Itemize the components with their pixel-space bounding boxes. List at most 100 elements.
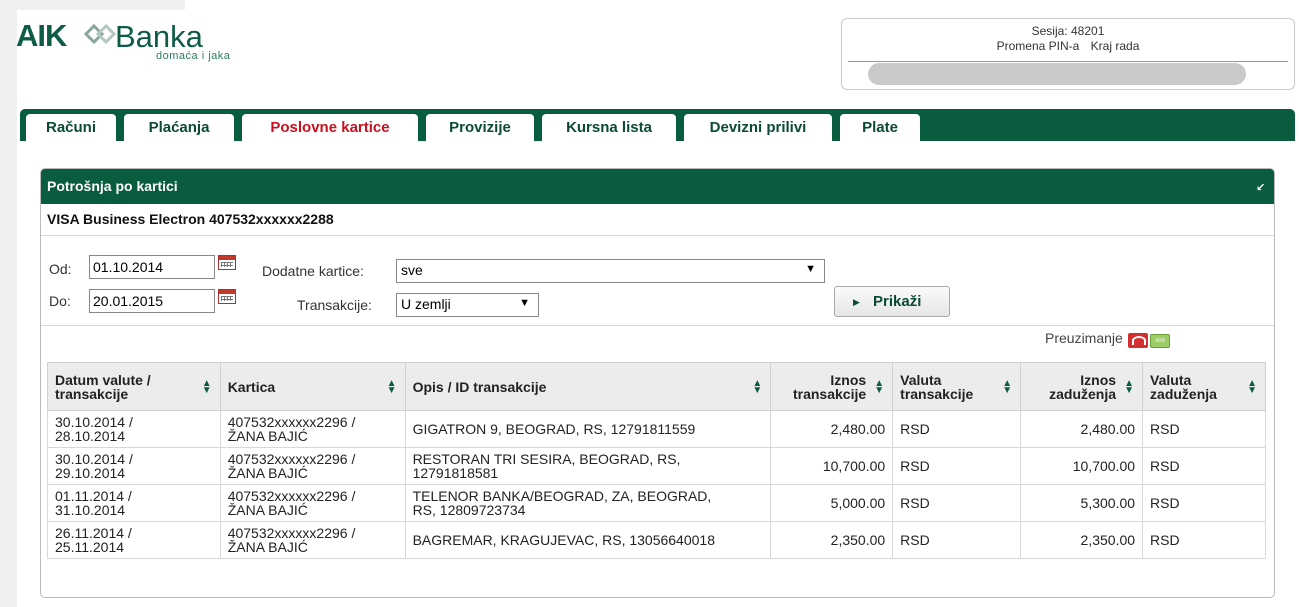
sort-icon: ▲ ▼: [874, 377, 885, 396]
cell-card: 407532xxxxxx2296 /ŽANA BAJIĆ: [219, 521, 406, 559]
cell-line: GIGATRON 9, BEOGRAD, RS, 12791811559: [412, 421, 696, 437]
header-line: Iznos: [1080, 371, 1117, 388]
cell-line: 407532xxxxxx2296 /: [227, 525, 356, 541]
cell-line: 28.10.2014: [55, 428, 126, 444]
cell-line: 26.11.2014 /: [55, 525, 132, 541]
column-header-card[interactable]: Kartica ▲ ▼: [219, 362, 406, 411]
table-row[interactable]: 30.10.2014 /29.10.2014 407532xxxxxx2296 …: [47, 447, 1266, 485]
cell-description: BAGREMAR, KRAGUJEVAC, RS, 13056640018: [404, 521, 772, 559]
tab-poslovne-kartice[interactable]: Poslovne kartice: [242, 114, 418, 141]
collapse-icon[interactable]: ↙: [1256, 183, 1266, 194]
cell-line: ŽANA BAJIĆ: [227, 428, 308, 444]
chevron-down-icon: ▼: [519, 297, 530, 309]
sort-icon: ▲ ▼: [201, 377, 212, 396]
cell-line: BAGREMAR, KRAGUJEVAC, RS, 13056640018: [412, 532, 715, 548]
header-line: Datum valute /: [55, 371, 151, 388]
xml-icon[interactable]: xml: [1150, 334, 1170, 348]
header-line: Valuta: [1150, 371, 1192, 388]
tab-label: Poslovne kartice: [270, 119, 390, 136]
column-header-date[interactable]: Datum valute / transakcije ▲ ▼: [47, 362, 221, 411]
from-date-input[interactable]: [89, 255, 215, 279]
left-gutter: [0, 0, 17, 607]
session-info: Sesija: 48201: [842, 24, 1294, 38]
cell-line: TELENOR BANKA/BEOGRAD, ZA, BEOGRAD,: [412, 488, 712, 504]
cell-charged-amount: 2,480.00: [1020, 410, 1144, 448]
to-date-input[interactable]: [89, 289, 215, 313]
cell-line: 31.10.2014: [55, 502, 126, 518]
tab-placanja[interactable]: Plaćanja: [124, 114, 234, 141]
cell-date: 26.11.2014 /25.11.2014: [47, 521, 221, 559]
cell-charged-amount: 2,350.00: [1020, 521, 1144, 559]
column-header-amount[interactable]: Iznos transakcije ▲ ▼: [770, 362, 894, 411]
tab-kursna-lista[interactable]: Kursna lista: [542, 114, 676, 141]
logout-link[interactable]: Kraj rada: [1091, 39, 1140, 53]
cell-line: 12791818581: [412, 465, 499, 481]
calendar-icon[interactable]: [218, 255, 236, 270]
sort-icon: ▲ ▼: [1002, 377, 1013, 396]
cell-line: 407532xxxxxx2296 /: [227, 451, 356, 467]
show-button[interactable]: ▶ Prikaži: [834, 286, 950, 317]
transactions-table: Datum valute / transakcije ▲ ▼ Kartica ▲ ▼ Op…: [47, 362, 1266, 559]
logo-knot-icon: [83, 23, 117, 45]
pdf-icon[interactable]: [1128, 333, 1148, 348]
change-pin-link[interactable]: Promena PIN-a: [997, 39, 1080, 53]
header-line: transakcije: [900, 385, 974, 402]
extra-cards-select[interactable]: sve ▼: [396, 259, 825, 283]
panel-header: Potrošnja po kartici ↙: [41, 169, 1274, 204]
header-line: Opis / ID transakcije: [412, 378, 547, 395]
session-label: Sesija:: [1031, 24, 1068, 38]
header-line: transakcije: [55, 385, 129, 402]
cell-charged-currency: RSD: [1142, 410, 1266, 448]
header-line: Iznos: [830, 371, 867, 388]
cell-card: 407532xxxxxx2296 /ŽANA BAJIĆ: [219, 410, 406, 448]
redacted-user-info: [868, 63, 1246, 85]
cell-charged-amount: 10,700.00: [1020, 447, 1144, 485]
tab-provizije[interactable]: Provizije: [426, 114, 534, 141]
cell-currency: RSD: [892, 447, 1022, 485]
tab-racuni[interactable]: Računi: [26, 114, 116, 141]
column-header-charged-currency[interactable]: Valuta zaduženja ▲ ▼: [1142, 362, 1266, 411]
cell-charged-amount: 5,300.00: [1020, 484, 1144, 522]
session-id: 48201: [1071, 24, 1105, 38]
table-header-row: Datum valute / transakcije ▲ ▼ Kartica ▲ ▼ Op…: [47, 362, 1266, 411]
bank-logo[interactable]: AIK Banka domaća i jaka: [16, 18, 266, 64]
calendar-icon[interactable]: [218, 289, 236, 304]
tab-plate[interactable]: Plate: [840, 114, 920, 141]
extra-cards-value: sve: [401, 262, 423, 278]
cell-currency: RSD: [892, 521, 1022, 559]
column-header-charged-amount[interactable]: Iznos zaduženja ▲ ▼: [1020, 362, 1144, 411]
sort-icon: ▲ ▼: [1247, 377, 1257, 396]
header-line: Valuta: [900, 371, 942, 388]
tab-label: Kursna lista: [566, 119, 652, 136]
tab-devizni-prilivi[interactable]: Devizni prilivi: [684, 114, 832, 141]
cell-charged-currency: RSD: [1142, 447, 1266, 485]
header-line: zaduženja: [1049, 385, 1117, 402]
play-icon: ▶: [853, 297, 860, 307]
tab-label: Računi: [45, 119, 96, 136]
cell-charged-currency: RSD: [1142, 484, 1266, 522]
extra-cards-label: Dodatne kartice:: [262, 263, 364, 279]
column-header-currency[interactable]: Valuta transakcije ▲ ▼: [892, 362, 1022, 411]
header-line: Kartica: [227, 378, 276, 395]
card-spending-panel: Potrošnja po kartici ↙ VISA Business Ele…: [40, 168, 1275, 598]
sort-icon: ▲ ▼: [386, 377, 397, 396]
cell-amount: 10,700.00: [770, 447, 894, 485]
transactions-select[interactable]: U zemlji ▼: [396, 293, 539, 317]
column-header-description[interactable]: Opis / ID transakcije ▲ ▼: [404, 362, 772, 411]
cell-line: 01.11.2014 /: [55, 488, 132, 504]
cell-description: GIGATRON 9, BEOGRAD, RS, 12791811559: [404, 410, 772, 448]
cell-date: 01.11.2014 /31.10.2014: [47, 484, 221, 522]
sort-icon: ▲ ▼: [752, 377, 763, 396]
main-nav-tabs: Računi Plaćanja Poslovne kartice Provizi…: [20, 109, 1295, 141]
cell-currency: RSD: [892, 484, 1022, 522]
cell-line: ŽANA BAJIĆ: [227, 465, 308, 481]
download-label: Preuzimanje: [1045, 330, 1123, 346]
table-row[interactable]: 30.10.2014 /28.10.2014 407532xxxxxx2296 …: [47, 410, 1266, 448]
header-line: transakcije: [792, 385, 867, 402]
card-name: VISA Business Electron 407532xxxxxx2288: [47, 211, 334, 227]
cell-description: RESTORAN TRI SESIRA, BEOGRAD, RS, 1279181…: [404, 447, 772, 485]
cell-line: RESTORAN TRI SESIRA, BEOGRAD, RS,: [412, 451, 681, 467]
table-row[interactable]: 26.11.2014 /25.11.2014 407532xxxxxx2296 …: [47, 521, 1266, 559]
cell-line: RS, 12809723734: [412, 502, 526, 518]
table-row[interactable]: 01.11.2014 /31.10.2014 407532xxxxxx2296 …: [47, 484, 1266, 522]
